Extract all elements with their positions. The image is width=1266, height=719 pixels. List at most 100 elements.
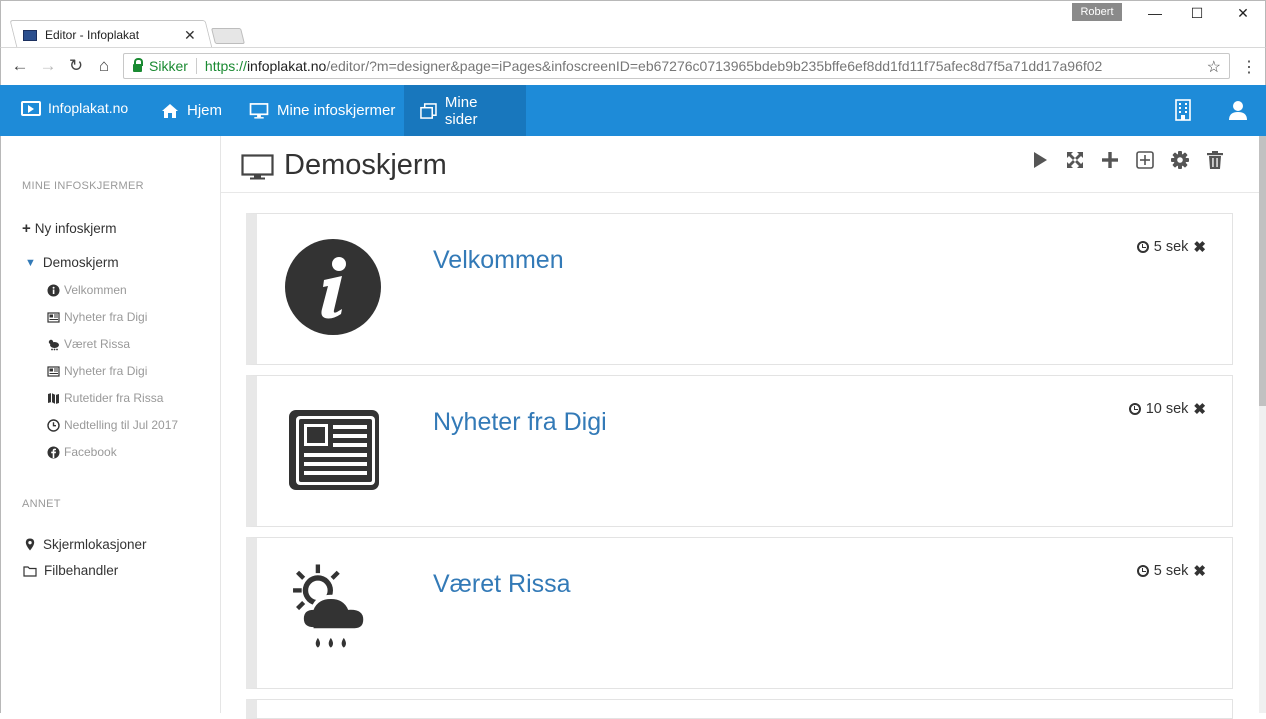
trash-icon[interactable] [1204,149,1226,171]
remove-icon[interactable]: ✖ [1193,400,1206,418]
add-box-icon[interactable] [1134,149,1156,171]
sidebar-page-item[interactable]: Facebook [47,445,117,459]
info-icon [47,284,60,296]
nav-home-label: Hjem [187,102,223,119]
clock-icon [47,418,60,432]
sidebar-page-label: Velkommen [64,283,127,297]
home-browser-icon[interactable]: ⌂ [93,56,115,76]
page-card[interactable]: Været Rissa 5 sek ✖ [246,537,1233,689]
brand-logo[interactable]: Infoplakat.no [21,100,128,116]
sidebar-file-manager[interactable]: Filbehandler [23,563,118,578]
page-card[interactable]: Velkommen 5 sek ✖ [246,213,1233,365]
duration-label: 5 sek [1153,563,1189,579]
sidebar-page-item[interactable]: Rutetider fra Rissa [47,391,163,405]
main-content: Demoskjerm Velkommen 5 sek ✖ Nyheter fra… [221,136,1266,719]
browser-tabstrip: Editor - Infoplakat ✕ Robert — ☐ ✕ [0,0,1266,48]
duration-label: 5 sek [1153,239,1189,255]
sidebar-page-label: Været Rissa [64,337,131,351]
url-path: /editor/?m=designer&page=iPages&infoscre… [326,58,1103,74]
remove-icon[interactable]: ✖ [1193,562,1206,580]
weather-icon [48,339,59,350]
sidebar-page-label: Rutetider fra Rissa [64,391,164,405]
weather-icon [293,564,368,648]
page-card-partial[interactable] [246,699,1233,719]
plus-icon: + [22,220,31,237]
newspaper-icon [289,410,379,490]
card-title[interactable]: Nyheter fra Digi [433,408,607,437]
remove-icon[interactable]: ✖ [1193,238,1206,256]
browser-tab-content[interactable]: Editor - Infoplakat [23,25,203,45]
add-icon[interactable] [1099,149,1121,171]
reload-icon[interactable]: ↻ [65,56,87,76]
nav-home[interactable]: Hjem [145,85,238,136]
forward-icon[interactable]: → [37,56,59,76]
bookmark-star-icon[interactable]: ☆ [1207,57,1221,77]
duration-label: 10 sek [1145,401,1189,417]
tab-title: Editor - Infoplakat [45,28,140,42]
card-duration: 5 sek ✖ [1136,238,1206,256]
sidebar-page-item[interactable]: Nyheter fra Digi [47,364,147,378]
address-bar: ← → ↻ ⌂ Sikker https://infoplakat.no/edi… [0,47,1266,85]
tab-close-icon[interactable]: ✕ [184,27,196,44]
sidebar-page-label: Nedtelling til Jul 2017 [64,418,179,432]
nav-my-pages-label: Mine sider [444,93,478,128]
sidebar-new-screen-label: Ny infoskjerm [34,221,117,236]
monitor-icon [249,102,269,119]
url-scheme: https:// [204,58,247,74]
map-icon [48,392,59,404]
map-marker-icon [25,538,35,551]
card-title[interactable]: Været Rissa [433,570,571,599]
sidebar-page-item[interactable]: Nyheter fra Digi [47,310,147,324]
building-icon[interactable] [1172,99,1194,121]
sidebar-screen-locations[interactable]: Skjermlokasjoner [25,537,147,552]
sidebar-file-manager-label: Filbehandler [44,563,119,578]
clock-icon [1128,403,1141,415]
card-title[interactable]: Velkommen [433,246,564,275]
folder-icon [23,565,37,577]
minimize-icon[interactable]: — [1132,5,1178,21]
close-window-icon[interactable]: ✕ [1220,5,1266,22]
app-navbar: Infoplakat.no Hjem Mine infoskjermer Min… [0,85,1266,136]
page-card[interactable]: Nyheter fra Digi 10 sek ✖ [246,375,1233,527]
profile-badge[interactable]: Robert [1072,3,1122,21]
secure-label: Sikker [149,58,188,74]
lock-icon [133,58,143,72]
sidebar: MINE INFOSKJERMER + Ny infoskjerm ▼ Demo… [0,136,221,713]
brand-screen-icon [21,100,41,116]
info-icon [285,239,381,335]
scrollbar[interactable] [1259,136,1266,713]
favicon-icon [23,29,37,41]
gear-icon[interactable] [1169,149,1191,171]
omnibox-separator [195,58,197,74]
sidebar-screen-demoskjerm[interactable]: ▼ Demoskjerm [25,255,119,270]
sidebar-screen-label: Demoskjerm [42,255,119,270]
sidebar-screen-locations-label: Skjermlokasjoner [43,537,147,552]
sidebar-new-screen[interactable]: + Ny infoskjerm [22,220,117,237]
fullscreen-icon[interactable] [1064,149,1086,171]
url-host: infoplakat.no [246,58,327,74]
newspaper-icon [47,311,60,323]
url-input[interactable]: Sikker https://infoplakat.no/editor/?m=d… [123,53,1230,79]
sidebar-page-item[interactable]: Nedtelling til Jul 2017 [47,418,178,432]
scrollbar-thumb[interactable] [1259,136,1266,406]
sidebar-page-item[interactable]: Været Rissa [47,337,130,351]
back-icon[interactable]: ← [9,56,31,76]
nav-my-screens[interactable]: Mine infoskjermer [233,85,411,136]
sidebar-section-my-screens: MINE INFOSKJERMER [22,180,144,192]
play-icon[interactable] [1029,149,1051,171]
nav-my-pages[interactable]: Mine sider [404,85,526,136]
sidebar-page-item[interactable]: Velkommen [47,283,127,297]
monitor-icon [241,154,274,180]
clock-icon [1136,565,1149,577]
page-header: Demoskjerm [221,136,1259,193]
facebook-icon [47,446,60,458]
user-icon[interactable] [1227,99,1249,121]
sidebar-page-label: Nyheter fra Digi [64,364,148,378]
browser-menu-icon[interactable]: ⋮ [1241,57,1257,77]
home-icon [162,103,178,118]
page-title: Demoskjerm [284,149,447,181]
newspaper-icon [47,365,60,377]
maximize-icon[interactable]: ☐ [1174,5,1220,22]
chevron-down-icon: ▼ [25,256,36,269]
new-tab-button[interactable] [211,28,245,44]
